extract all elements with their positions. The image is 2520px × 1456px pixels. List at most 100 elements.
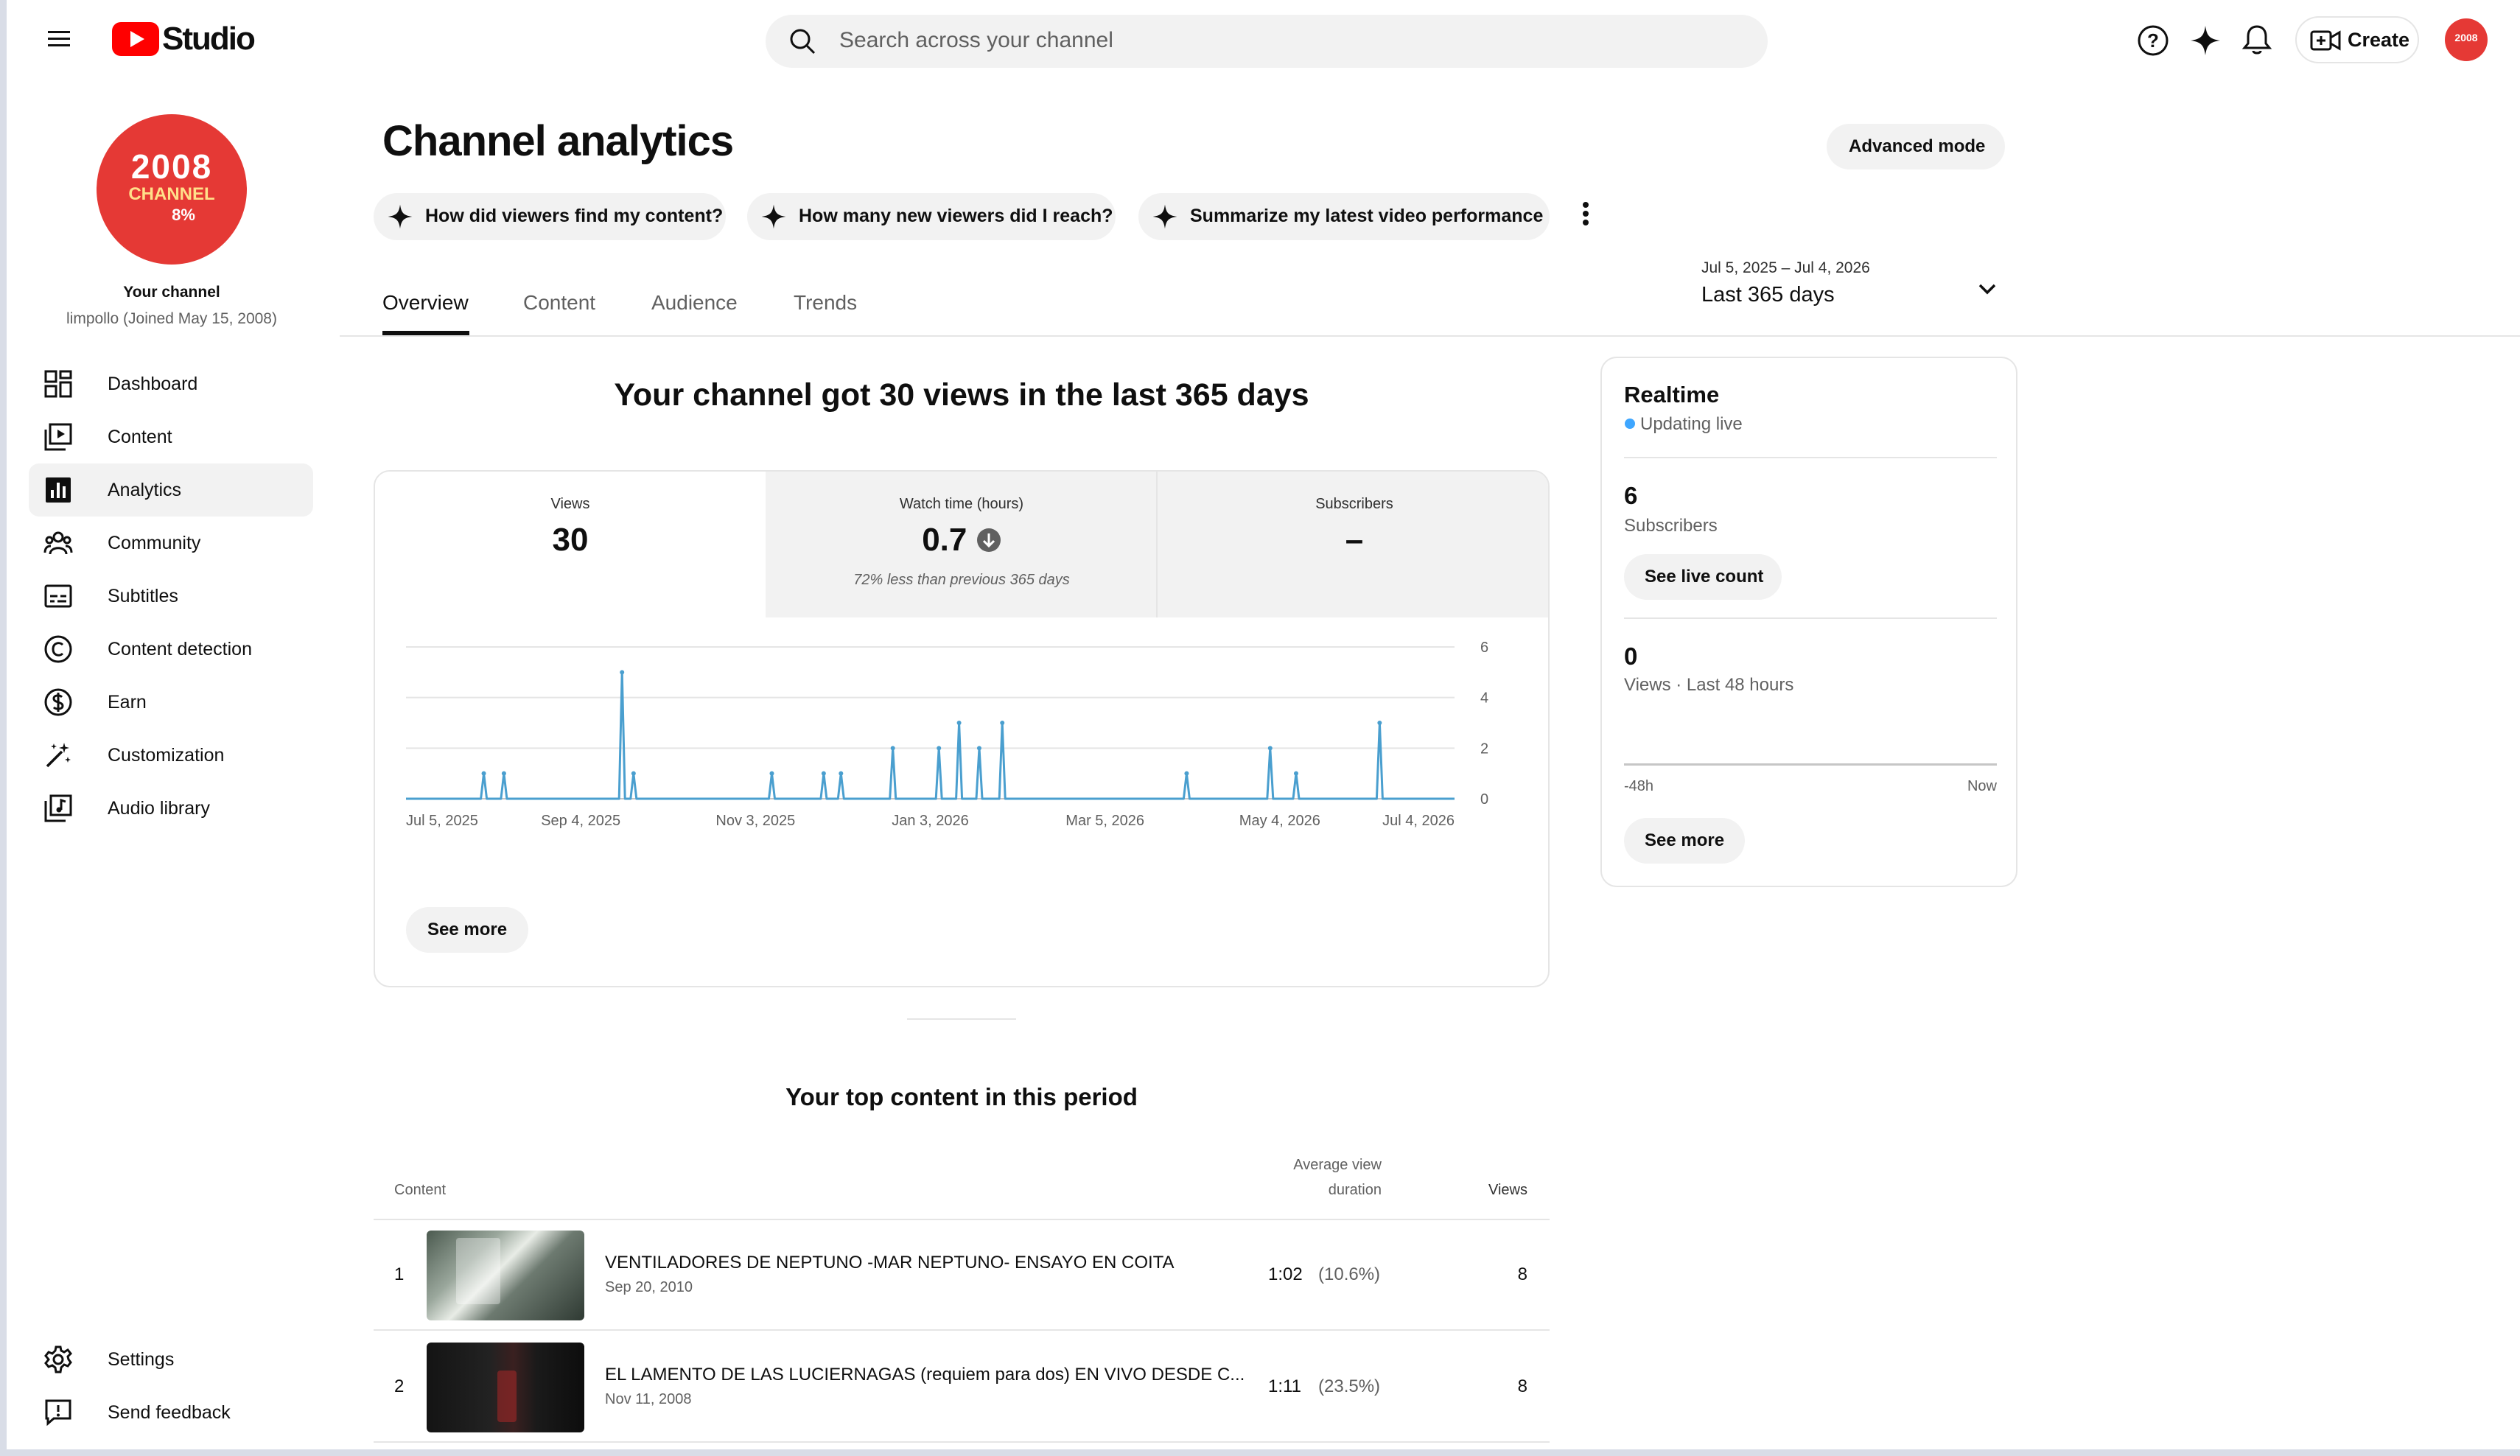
tab-audience[interactable]: Audience: [651, 291, 738, 315]
views-data-point[interactable]: [821, 771, 826, 776]
sidebar-item-settings[interactable]: Settings: [29, 1333, 313, 1386]
views-series-line: [406, 671, 1455, 800]
thumbnail-detail: [456, 1238, 500, 1304]
realtime-subscribers-label: Subscribers: [1624, 516, 1718, 536]
date-range-label: Last 365 days: [1701, 283, 1835, 307]
tab-content[interactable]: Content: [523, 291, 595, 315]
sidebar-item-community[interactable]: Community: [29, 517, 313, 570]
views-data-point[interactable]: [1267, 746, 1273, 751]
metric-value: 0.7: [922, 522, 967, 558]
date-range-dates: Jul 5, 2025 – Jul 4, 2026: [1701, 259, 1870, 276]
sparkle-icon[interactable]: [2189, 24, 2222, 57]
views-data-point[interactable]: [956, 721, 962, 725]
sparkle-icon: [1152, 203, 1178, 230]
realtime-card: Realtime Updating live 6 Subscribers See…: [1600, 357, 2017, 887]
suggestion-chip[interactable]: How did viewers find my content?: [374, 193, 726, 240]
sidebar-item-label: Content: [108, 427, 172, 447]
tab-trends[interactable]: Trends: [794, 291, 857, 315]
y-tick-label: 4: [1480, 690, 1488, 707]
sidebar-item-earn[interactable]: Earn: [29, 676, 313, 729]
views-chart[interactable]: 0 2 4 6 Jul 5, 2025 Sep 4, 2025 Nov 3, 2025 Jan…: [375, 641, 1550, 833]
search-box[interactable]: Search across your channel: [766, 15, 1768, 68]
table-row[interactable]: 1 VENTILADORES DE NEPTUNO -MAR NEPTUNO- E…: [374, 1220, 1550, 1331]
realtime-see-more-label: See more: [1645, 830, 1725, 850]
app-window: Studio Search across your channel ? Crea…: [0, 0, 2520, 1456]
video-thumbnail[interactable]: [427, 1343, 584, 1432]
metric-tab-views[interactable]: Views 30: [375, 472, 766, 617]
views-data-point[interactable]: [769, 771, 774, 776]
tab-overview[interactable]: Overview: [382, 291, 469, 315]
sidebar-item-audio-library[interactable]: Audio library: [29, 782, 313, 835]
sidebar-item-content-detection[interactable]: Content detection: [29, 623, 313, 676]
metric-tab-watch-time[interactable]: Watch time (hours) 0.7 72% less than pre…: [766, 472, 1158, 617]
top-content-title: Your top content in this period: [785, 1083, 1138, 1110]
views-data-point[interactable]: [1000, 721, 1005, 725]
arrow-down-circle-icon: [976, 528, 1001, 552]
views-data-point[interactable]: [481, 771, 486, 776]
views-data-point[interactable]: [937, 746, 942, 751]
more-vert-icon[interactable]: [1575, 199, 1597, 228]
search-input[interactable]: Search across your channel: [839, 28, 1113, 53]
advanced-mode-button[interactable]: Advanced mode: [1827, 124, 2005, 169]
account-avatar[interactable]: 2008: [2445, 18, 2488, 61]
sidebar-item-send-feedback[interactable]: Send feedback: [29, 1386, 313, 1439]
tab-divider: [340, 335, 2520, 337]
metric-value: 30: [552, 522, 589, 558]
video-add-icon: [2310, 30, 2341, 51]
create-button[interactable]: Create: [2295, 16, 2419, 63]
views-data-point[interactable]: [620, 670, 625, 675]
realtime-divider-1: [1624, 457, 1997, 458]
channel-avatar[interactable]: 2008 CHANNEL 8%: [97, 114, 247, 265]
realtime-divider-2: [1624, 617, 1997, 619]
suggestion-chip[interactable]: How many new viewers did I reach?: [747, 193, 1116, 240]
channel-avatar-year: 2008: [130, 147, 213, 186]
realtime-axis-right: Now: [1967, 778, 1997, 794]
video-views: 8: [1517, 1264, 1527, 1284]
views-data-point[interactable]: [890, 746, 895, 751]
sidebar-item-label: Analytics: [108, 480, 182, 500]
views-data-point[interactable]: [1184, 771, 1189, 776]
video-title[interactable]: EL LAMENTO DE LAS LUCIERNAGAS (requiem p…: [605, 1365, 1245, 1385]
see-more-button[interactable]: See more: [406, 907, 528, 953]
views-data-point[interactable]: [1377, 721, 1382, 725]
views-data-point[interactable]: [501, 771, 506, 776]
help-icon[interactable]: ?: [2136, 24, 2170, 57]
metric-label: Subscribers: [1315, 496, 1393, 512]
suggestion-chip-label: How many new viewers did I reach?: [799, 206, 1113, 226]
views-data-point[interactable]: [839, 771, 844, 776]
sidebar-item-analytics[interactable]: Analytics: [29, 463, 313, 517]
see-more-label: See more: [427, 920, 508, 939]
chevron-down-icon: [1978, 284, 1996, 295]
realtime-see-more-button[interactable]: See more: [1624, 818, 1745, 864]
channel-handle: limpollo (Joined May 15, 2008): [66, 310, 277, 327]
x-tick-label: May 4, 2026: [1239, 813, 1320, 829]
suggestion-chip[interactable]: Summarize my latest video performance: [1138, 193, 1550, 240]
sidebar-item-subtitles[interactable]: Subtitles: [29, 570, 313, 623]
views-data-point[interactable]: [631, 771, 636, 776]
realtime-axis-left: -48h: [1624, 778, 1654, 794]
bell-icon[interactable]: [2241, 23, 2273, 57]
sidebar-item-dashboard[interactable]: Dashboard: [29, 357, 313, 410]
menu-icon[interactable]: [46, 27, 71, 52]
sidebar-item-content[interactable]: Content: [29, 410, 313, 463]
thumbnail-detail: [497, 1371, 517, 1422]
table-row[interactable]: 2 EL LAMENTO DE LAS LUCIERNAGAS (requiem …: [374, 1332, 1550, 1443]
sidebar-item-customization[interactable]: Customization: [29, 729, 313, 782]
see-live-count-button[interactable]: See live count: [1624, 554, 1782, 600]
metric-label: Watch time (hours): [899, 496, 1024, 512]
sidebar-item-label: Content detection: [108, 639, 252, 659]
views-data-point[interactable]: [1293, 771, 1298, 776]
views-data-point[interactable]: [976, 746, 981, 751]
copyright-icon: [43, 634, 73, 664]
studio-logo[interactable]: Studio: [112, 21, 259, 59]
video-title[interactable]: VENTILADORES DE NEPTUNO -MAR NEPTUNO- EN…: [605, 1253, 1175, 1273]
content-icon: [43, 422, 73, 452]
gear-icon: [43, 1345, 73, 1374]
metric-tab-subscribers[interactable]: Subscribers –: [1158, 472, 1548, 617]
col-header-views: Views: [1488, 1182, 1527, 1198]
overview-card: Views 30 Watch time (hours) 0.7 72% less…: [374, 470, 1550, 987]
date-range-picker[interactable]: Jul 5, 2025 – Jul 4, 2026 Last 365 days: [1701, 259, 2011, 318]
x-tick-label: Jul 4, 2026: [1382, 813, 1455, 829]
x-tick-label: Mar 5, 2026: [1065, 813, 1144, 829]
video-thumbnail[interactable]: [427, 1231, 584, 1320]
